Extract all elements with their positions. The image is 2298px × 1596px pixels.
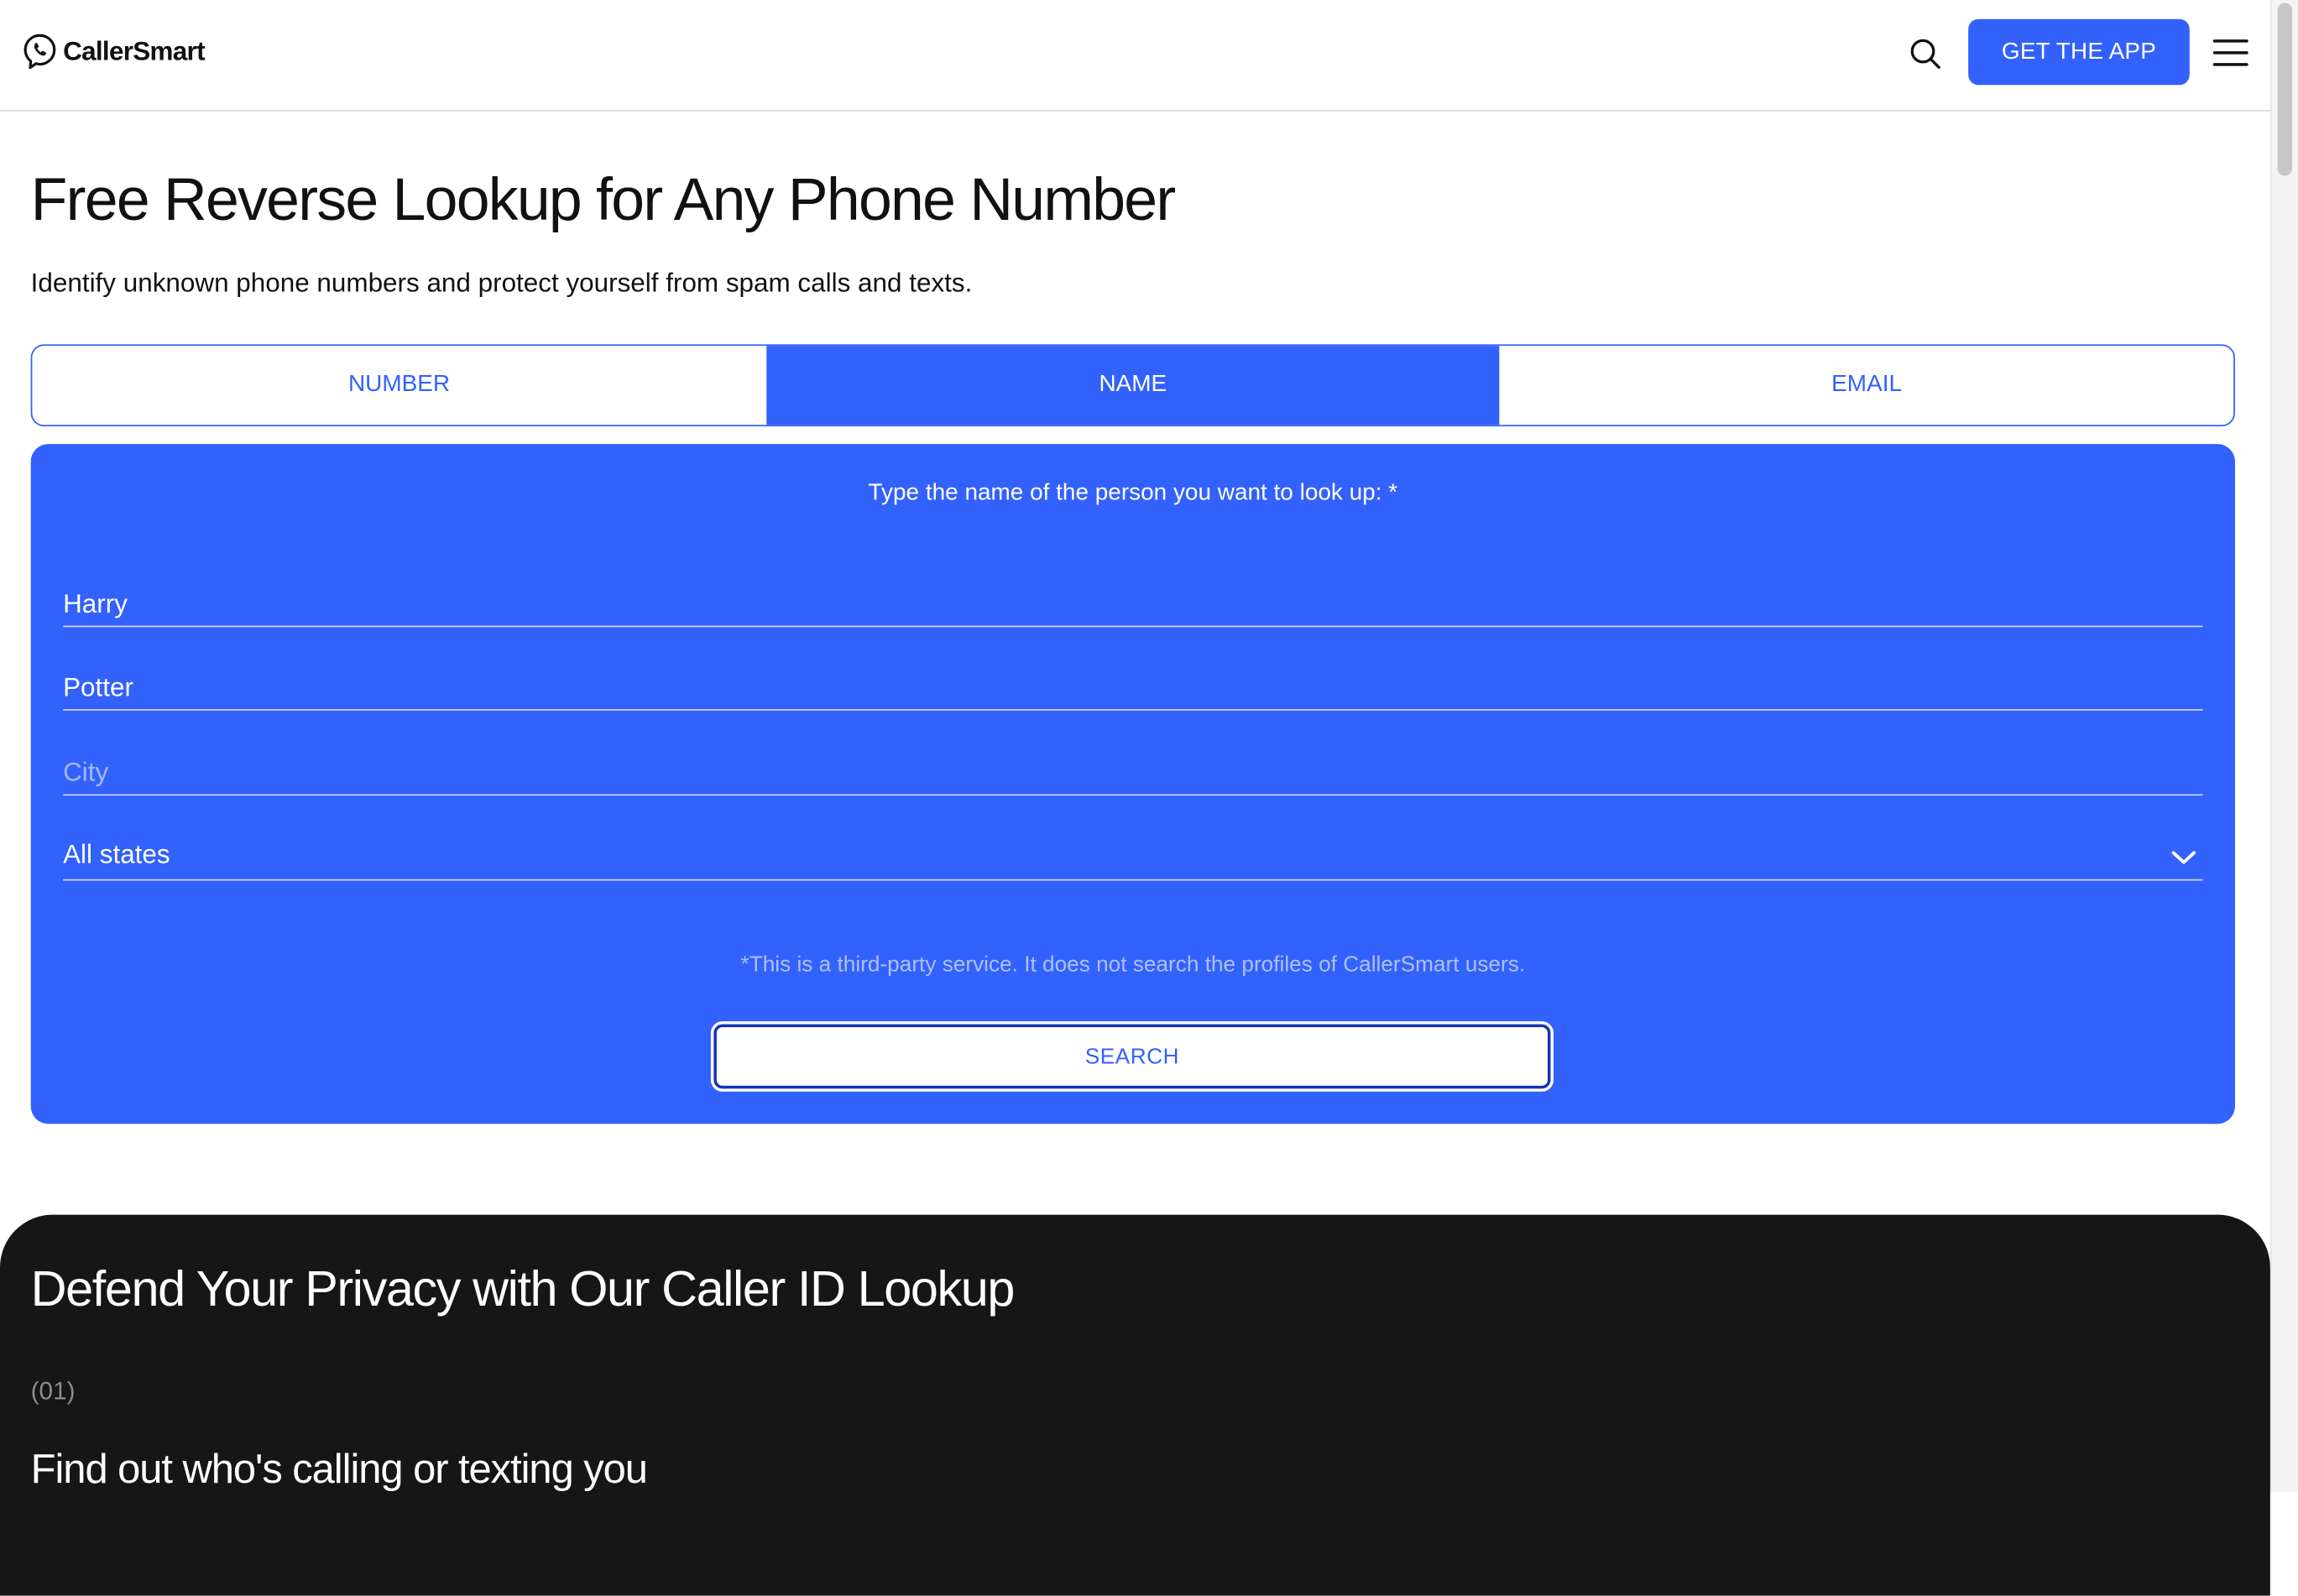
vertical-scrollbar[interactable] [2269, 0, 2298, 1492]
menu-icon[interactable] [2212, 35, 2250, 70]
state-select[interactable]: All states [63, 821, 2203, 881]
name-lookup-form: Type the name of the person you want to … [30, 444, 2235, 1124]
first-name-field [63, 567, 2203, 628]
brand-name: CallerSmart [63, 35, 205, 65]
page: CallerSmart GET THE APP Free Reverse Loo… [0, 0, 2298, 1596]
tab-number[interactable]: NUMBER [32, 346, 765, 425]
top-navigation-bar: CallerSmart GET THE APP [0, 0, 2270, 112]
state-selected-value: All states [63, 839, 170, 869]
search-icon[interactable] [1907, 35, 1945, 73]
third-party-disclaimer: *This is a third-party service. It does … [740, 952, 1526, 978]
feature-index: (01) [30, 1377, 76, 1406]
lookup-type-tabs: NUMBER NAME EMAIL [30, 344, 2235, 427]
tab-email[interactable]: EMAIL [1500, 346, 2233, 425]
page-subtitle: Identify unknown phone numbers and prote… [30, 268, 973, 298]
get-the-app-button[interactable]: GET THE APP [1968, 18, 2190, 86]
scrollbar-thumb[interactable] [2277, 3, 2293, 176]
phone-bubble-icon [24, 34, 56, 70]
search-button[interactable]: SEARCH [710, 1021, 1554, 1092]
privacy-section: Defend Your Privacy with Our Caller ID L… [0, 1214, 2270, 1596]
chevron-down-icon [2171, 851, 2196, 864]
privacy-section-title: Defend Your Privacy with Our Caller ID L… [30, 1261, 1016, 1317]
city-field [63, 736, 2203, 796]
first-name-input[interactable] [63, 588, 2203, 620]
feature-heading: Find out who's calling or texting you [30, 1446, 648, 1492]
brand-logo[interactable]: CallerSmart [22, 32, 206, 70]
form-prompt: Type the name of the person you want to … [868, 480, 1398, 506]
last-name-field [63, 650, 2203, 711]
page-title: Free Reverse Lookup for Any Phone Number [30, 165, 1177, 233]
city-input[interactable] [63, 757, 2203, 789]
tab-name[interactable]: NAME [765, 346, 1500, 425]
last-name-input[interactable] [63, 672, 2203, 704]
